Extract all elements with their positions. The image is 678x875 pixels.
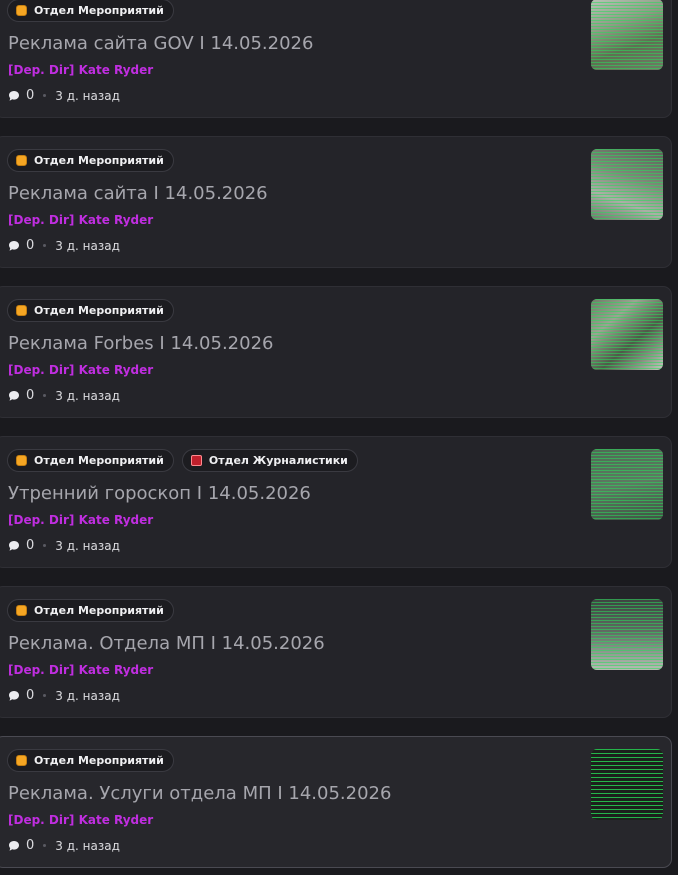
post-card[interactable]: Отдел Мероприятий Реклама. Услуги отдела… <box>0 736 672 868</box>
separator-dot <box>43 244 47 247</box>
post-thumbnail[interactable] <box>591 299 663 370</box>
post-thumbnail[interactable] <box>591 599 663 670</box>
orange-square-icon <box>16 5 27 16</box>
comment-count: 0 <box>26 538 35 553</box>
speech-bubble-icon <box>9 240 19 251</box>
post-title[interactable]: Утренний гороскоп I 14.05.2026 <box>8 483 311 504</box>
comment-count: 0 <box>26 838 35 853</box>
tag-events[interactable]: Отдел Мероприятий <box>7 0 174 22</box>
comment-count: 0 <box>26 388 35 403</box>
tag-events[interactable]: Отдел Мероприятий <box>7 299 174 322</box>
post-time: 3 д. назад <box>55 688 120 703</box>
post-card[interactable]: Отдел Мероприятий Реклама. Отдела МП I 1… <box>0 586 672 718</box>
tag-events[interactable]: Отдел Мероприятий <box>7 449 174 472</box>
tag-label: Отдел Журналистики <box>208 454 348 467</box>
tag-events[interactable]: Отдел Мероприятий <box>7 599 174 622</box>
post-thumbnail[interactable] <box>591 0 663 70</box>
post-author[interactable]: [Dep. Dir] Kate Ryder <box>8 813 153 827</box>
red-book-icon <box>190 455 202 466</box>
tag-events[interactable]: Отдел Мероприятий <box>7 149 174 172</box>
orange-square-icon <box>16 455 27 466</box>
tag-label: Отдел Мероприятий <box>34 4 164 17</box>
forum-post-list: Отдел Мероприятий Реклама сайта GOV I 14… <box>0 0 678 875</box>
speech-bubble-icon <box>9 390 19 401</box>
speech-bubble-icon <box>9 840 19 851</box>
post-time: 3 д. назад <box>55 388 120 403</box>
tag-events[interactable]: Отдел Мероприятий <box>7 749 174 772</box>
post-card[interactable]: Отдел Мероприятий Реклама сайта GOV I 14… <box>0 0 672 118</box>
tag-label: Отдел Мероприятий <box>34 154 164 167</box>
post-title[interactable]: Реклама Forbes I 14.05.2026 <box>8 333 273 354</box>
tag-journalism[interactable]: Отдел Журналистики <box>181 449 358 472</box>
post-meta: 0 3 д. назад <box>8 88 120 103</box>
post-thumbnail[interactable] <box>591 149 663 220</box>
comment-count: 0 <box>26 88 35 103</box>
speech-bubble-icon <box>9 540 19 551</box>
tag-label: Отдел Мероприятий <box>34 454 164 467</box>
post-author[interactable]: [Dep. Dir] Kate Ryder <box>8 63 153 77</box>
post-author[interactable]: [Dep. Dir] Kate Ryder <box>8 363 153 377</box>
post-title[interactable]: Реклама. Отдела МП I 14.05.2026 <box>8 633 325 654</box>
comment-count: 0 <box>26 238 35 253</box>
post-time: 3 д. назад <box>55 238 120 253</box>
orange-square-icon <box>16 155 27 166</box>
post-time: 3 д. назад <box>55 538 120 553</box>
post-author[interactable]: [Dep. Dir] Kate Ryder <box>8 213 153 227</box>
post-tags: Отдел Мероприятий <box>7 299 174 322</box>
orange-square-icon <box>16 755 27 766</box>
post-time: 3 д. назад <box>55 88 120 103</box>
speech-bubble-icon <box>9 90 19 101</box>
post-meta: 0 3 д. назад <box>8 238 120 253</box>
post-meta: 0 3 д. назад <box>8 688 120 703</box>
post-tags: Отдел Мероприятий <box>7 599 174 622</box>
post-tags: Отдел Мероприятий Отдел Журналистики <box>7 449 358 472</box>
tag-label: Отдел Мероприятий <box>34 304 164 317</box>
tag-label: Отдел Мероприятий <box>34 604 164 617</box>
post-title[interactable]: Реклама сайта I 14.05.2026 <box>8 183 268 204</box>
post-author[interactable]: [Dep. Dir] Kate Ryder <box>8 513 153 527</box>
post-card[interactable]: Отдел Мероприятий Реклама Forbes I 14.05… <box>0 286 672 418</box>
post-card[interactable]: Отдел Мероприятий Отдел Журналистики Утр… <box>0 436 672 568</box>
post-author[interactable]: [Dep. Dir] Kate Ryder <box>8 663 153 677</box>
post-tags: Отдел Мероприятий <box>7 149 174 172</box>
post-title[interactable]: Реклама. Услуги отдела МП I 14.05.2026 <box>8 783 391 804</box>
separator-dot <box>43 544 47 547</box>
post-card[interactable]: Отдел Мероприятий Реклама сайта I 14.05.… <box>0 136 672 268</box>
post-meta: 0 3 д. назад <box>8 538 120 553</box>
post-meta: 0 3 д. назад <box>8 388 120 403</box>
post-title[interactable]: Реклама сайта GOV I 14.05.2026 <box>8 33 313 54</box>
post-thumbnail[interactable] <box>591 449 663 520</box>
orange-square-icon <box>16 305 27 316</box>
post-tags: Отдел Мероприятий <box>7 749 174 772</box>
tag-label: Отдел Мероприятий <box>34 754 164 767</box>
orange-square-icon <box>16 605 27 616</box>
separator-dot <box>43 694 47 697</box>
comment-count: 0 <box>26 688 35 703</box>
separator-dot <box>43 394 47 397</box>
post-tags: Отдел Мероприятий <box>7 0 174 22</box>
post-meta: 0 3 д. назад <box>8 838 120 853</box>
separator-dot <box>43 94 47 97</box>
separator-dot <box>43 844 47 847</box>
post-thumbnail[interactable] <box>591 749 663 820</box>
speech-bubble-icon <box>9 690 19 701</box>
post-time: 3 д. назад <box>55 838 120 853</box>
